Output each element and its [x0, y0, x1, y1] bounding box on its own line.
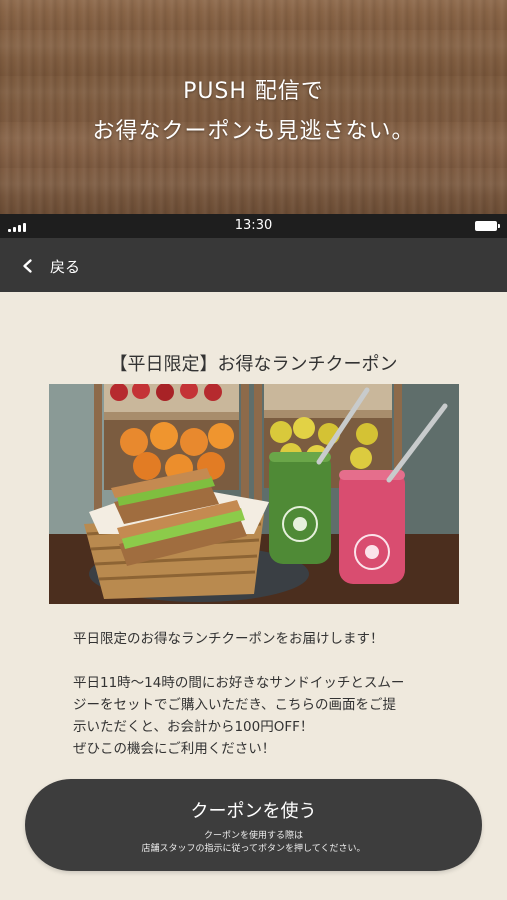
description-line-2: ジーをセットでご購入いただき、こちらの画面をご提	[73, 697, 397, 713]
chevron-left-icon	[23, 259, 32, 273]
coupon-title: 【平日限定】お得なランチクーポン	[109, 354, 398, 375]
back-label: 戻る	[50, 257, 81, 276]
status-bar: 13:30	[0, 214, 507, 238]
description-line-1: 平日11時〜14時の間にお好きなサンドイッチとスムー	[73, 675, 405, 691]
promo-banner: PUSH 配信で お得なクーポンも見逃さない。	[0, 0, 507, 214]
description-line-4: ぜひこの機会にご利用ください！	[73, 741, 276, 757]
description-line-3: 示いただくと、お会計から100円OFF！	[73, 719, 314, 735]
status-time: 13:30	[234, 218, 273, 233]
battery-icon	[475, 221, 500, 231]
use-coupon-label: クーポンを使う	[190, 801, 317, 822]
banner-line-2: お得なクーポンも見逃さない。	[92, 119, 415, 144]
use-coupon-button[interactable]: クーポンを使う クーポンを使用する際は 店舗スタッフの指示に従ってボタンを押して…	[25, 779, 482, 871]
banner-line-1: PUSH 配信で	[183, 79, 324, 104]
coupon-photo	[49, 384, 459, 604]
description-paragraph-1: 平日限定のお得なランチクーポンをお届けします！	[73, 631, 384, 647]
coupon-description: 平日限定のお得なランチクーポンをお届けします！ 平日11時〜14時の間にお好きな…	[73, 628, 453, 760]
back-button[interactable]: 戻る	[20, 254, 80, 278]
nav-bar: 戻る	[0, 238, 507, 292]
use-coupon-note-1: クーポンを使用する際は	[203, 831, 303, 841]
use-coupon-note-2: 店舗スタッフの指示に従ってボタンを押してください。	[141, 844, 366, 854]
